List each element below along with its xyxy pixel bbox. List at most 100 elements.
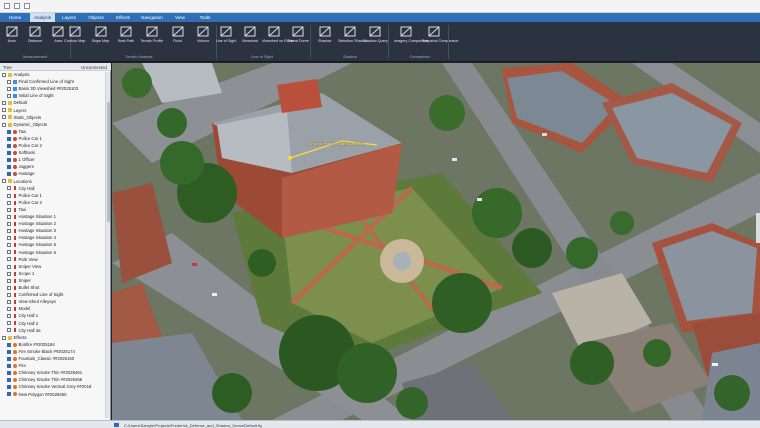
tree-folder[interactable]: Default	[0, 100, 106, 107]
app-icon[interactable]	[4, 3, 10, 9]
terrain-profile-button[interactable]: Terrain Profile	[140, 25, 164, 53]
visibility-checkbox[interactable]	[7, 172, 11, 177]
tab-effects[interactable]: Effects	[112, 13, 134, 22]
tree-folder[interactable]: Locations	[0, 179, 106, 186]
tab-layers[interactable]: Layers	[58, 13, 80, 22]
visibility-checkbox[interactable]	[7, 271, 11, 276]
tab-analysis[interactable]: Analysis	[30, 13, 55, 22]
tree-item[interactable]: New Polygon ##2028460	[0, 392, 106, 399]
visibility-checkbox[interactable]	[7, 193, 11, 198]
best-path-button[interactable]: Best Path	[114, 25, 138, 53]
tree-item[interactable]: Chimney Smoke Thin ##2025466	[0, 377, 106, 384]
tree-item[interactable]: Police Car 1	[0, 193, 106, 200]
viewshed-button[interactable]: Viewshed	[238, 25, 262, 53]
visibility-checkbox[interactable]	[2, 179, 6, 184]
viewshed-on-route-button[interactable]: Viewshed on Route	[262, 25, 294, 53]
visibility-checkbox[interactable]	[7, 392, 11, 397]
visibility-checkbox[interactable]	[7, 236, 11, 241]
visibility-checkbox[interactable]	[7, 385, 11, 390]
visibility-checkbox[interactable]	[7, 165, 11, 170]
visibility-checkbox[interactable]	[2, 108, 6, 113]
tree-item[interactable]: Police Car 1	[0, 136, 106, 143]
tree-item[interactable]: City Hall 2	[0, 321, 106, 328]
tree-item[interactable]: Police Car 2	[0, 200, 106, 207]
tree-item[interactable]: Hostage Situation 4	[0, 235, 106, 242]
visibility-checkbox[interactable]	[7, 207, 11, 212]
tree-item[interactable]: Taxi	[0, 207, 106, 214]
tab-objects[interactable]: Objects	[84, 13, 108, 22]
visibility-checkbox[interactable]	[7, 186, 11, 191]
tree-item[interactable]: Sniper View	[0, 264, 106, 271]
tree-item[interactable]: City Hall 3a	[0, 328, 106, 335]
tab-home[interactable]: Home	[4, 13, 26, 22]
tree-item[interactable]: Fire	[0, 363, 106, 370]
visibility-checkbox[interactable]	[7, 158, 11, 163]
tree-item[interactable]: Model	[0, 306, 106, 313]
visibility-checkbox[interactable]	[7, 136, 11, 141]
visibility-checkbox[interactable]	[7, 143, 11, 148]
distance-button[interactable]: Distance	[23, 25, 47, 53]
selection-shadow-button[interactable]: Selection Shadow	[338, 25, 368, 53]
tree-item[interactable]: Fountain_Classic ##2025150	[0, 356, 106, 363]
slope-map-button[interactable]: Slope Map	[89, 25, 113, 53]
tree-item[interactable]: Scope 1	[0, 271, 106, 278]
tree-item[interactable]: Sniper	[0, 278, 106, 285]
visibility-checkbox[interactable]	[7, 342, 11, 347]
visibility-checkbox[interactable]	[7, 321, 11, 326]
tree-folder[interactable]: Analysis	[0, 72, 106, 79]
tree-item[interactable]: Bonfire ##2025184	[0, 342, 106, 349]
visibility-checkbox[interactable]	[7, 243, 11, 248]
tree-item[interactable]: Hostage Situation 6	[0, 250, 106, 257]
flood-button[interactable]: Flood	[166, 25, 190, 53]
tree-item[interactable]: Chimney Smoke Vertical Grey ##2018	[0, 384, 106, 391]
tree-item[interactable]: Police Car 2	[0, 143, 106, 150]
tree-item[interactable]: City Hall	[0, 186, 106, 193]
visibility-checkbox[interactable]	[7, 371, 11, 376]
tree-item[interactable]: Taxi	[0, 129, 106, 136]
contour-map-button[interactable]: Contour Map	[63, 25, 87, 53]
visibility-checkbox[interactable]	[7, 307, 11, 312]
map-side-tab[interactable]	[756, 213, 760, 243]
tree-item[interactable]: Hostage	[0, 171, 106, 178]
threat-dome-button[interactable]: Threat Dome	[286, 25, 310, 53]
visibility-checkbox[interactable]	[7, 285, 11, 290]
tree-item[interactable]: Basis 3D Viewshed ##2025103	[0, 86, 106, 93]
tree-item[interactable]: Fire Smoke Black ##2025174	[0, 349, 106, 356]
tree-folder[interactable]: Layers	[0, 108, 106, 115]
shadow-query-button[interactable]: Shadow Query	[363, 25, 388, 53]
connection-button[interactable]: Unconnected	[81, 65, 107, 70]
shadow-button[interactable]: Shadow	[313, 25, 337, 53]
visibility-checkbox[interactable]	[7, 292, 11, 297]
tree-item[interactable]: Confirmed Line of Sight	[0, 292, 106, 299]
visibility-checkbox[interactable]	[2, 335, 6, 340]
3d-map-view[interactable]: Ground Range Sight Analysis	[112, 63, 760, 420]
visibility-checkbox[interactable]	[2, 115, 6, 120]
tree-item[interactable]: Initial Line of Sight	[0, 93, 106, 100]
tree-item[interactable]: Hostage Situation 3	[0, 228, 106, 235]
tab-tools[interactable]: Tools	[194, 13, 216, 22]
visibility-checkbox[interactable]	[7, 300, 11, 305]
visibility-checkbox[interactable]	[7, 150, 11, 155]
visibility-checkbox[interactable]	[7, 257, 11, 262]
tree-item[interactable]: Final Confirmed Line of Sight	[0, 79, 106, 86]
visibility-checkbox[interactable]	[7, 378, 11, 383]
visibility-checkbox[interactable]	[7, 250, 11, 255]
visibility-checkbox[interactable]	[7, 314, 11, 319]
visibility-checkbox[interactable]	[7, 278, 11, 283]
line-of-sight-button[interactable]: Line of Sight	[214, 25, 238, 53]
tree-item[interactable]: 1 Officer	[0, 157, 106, 164]
visibility-checkbox[interactable]	[7, 363, 11, 368]
visibility-checkbox[interactable]	[7, 356, 11, 361]
tree-item[interactable]: Softtaxis	[0, 150, 106, 157]
imagery-comparison-button[interactable]: Imagery Comparison	[394, 25, 428, 53]
visibility-checkbox[interactable]	[2, 101, 6, 106]
tree-item[interactable]: Bullet Shot	[0, 285, 106, 292]
tree-item[interactable]: View Shed Alleyays	[0, 299, 106, 306]
visibility-checkbox[interactable]	[7, 221, 11, 226]
tree-item[interactable]: Hostage Situation 1	[0, 214, 106, 221]
visibility-checkbox[interactable]	[7, 94, 11, 99]
visibility-checkbox[interactable]	[7, 214, 11, 219]
area-button[interactable]: Area	[0, 25, 24, 53]
visibility-checkbox[interactable]	[7, 349, 11, 354]
tree-item[interactable]: Chimney Smoke Thin ##2025461	[0, 370, 106, 377]
